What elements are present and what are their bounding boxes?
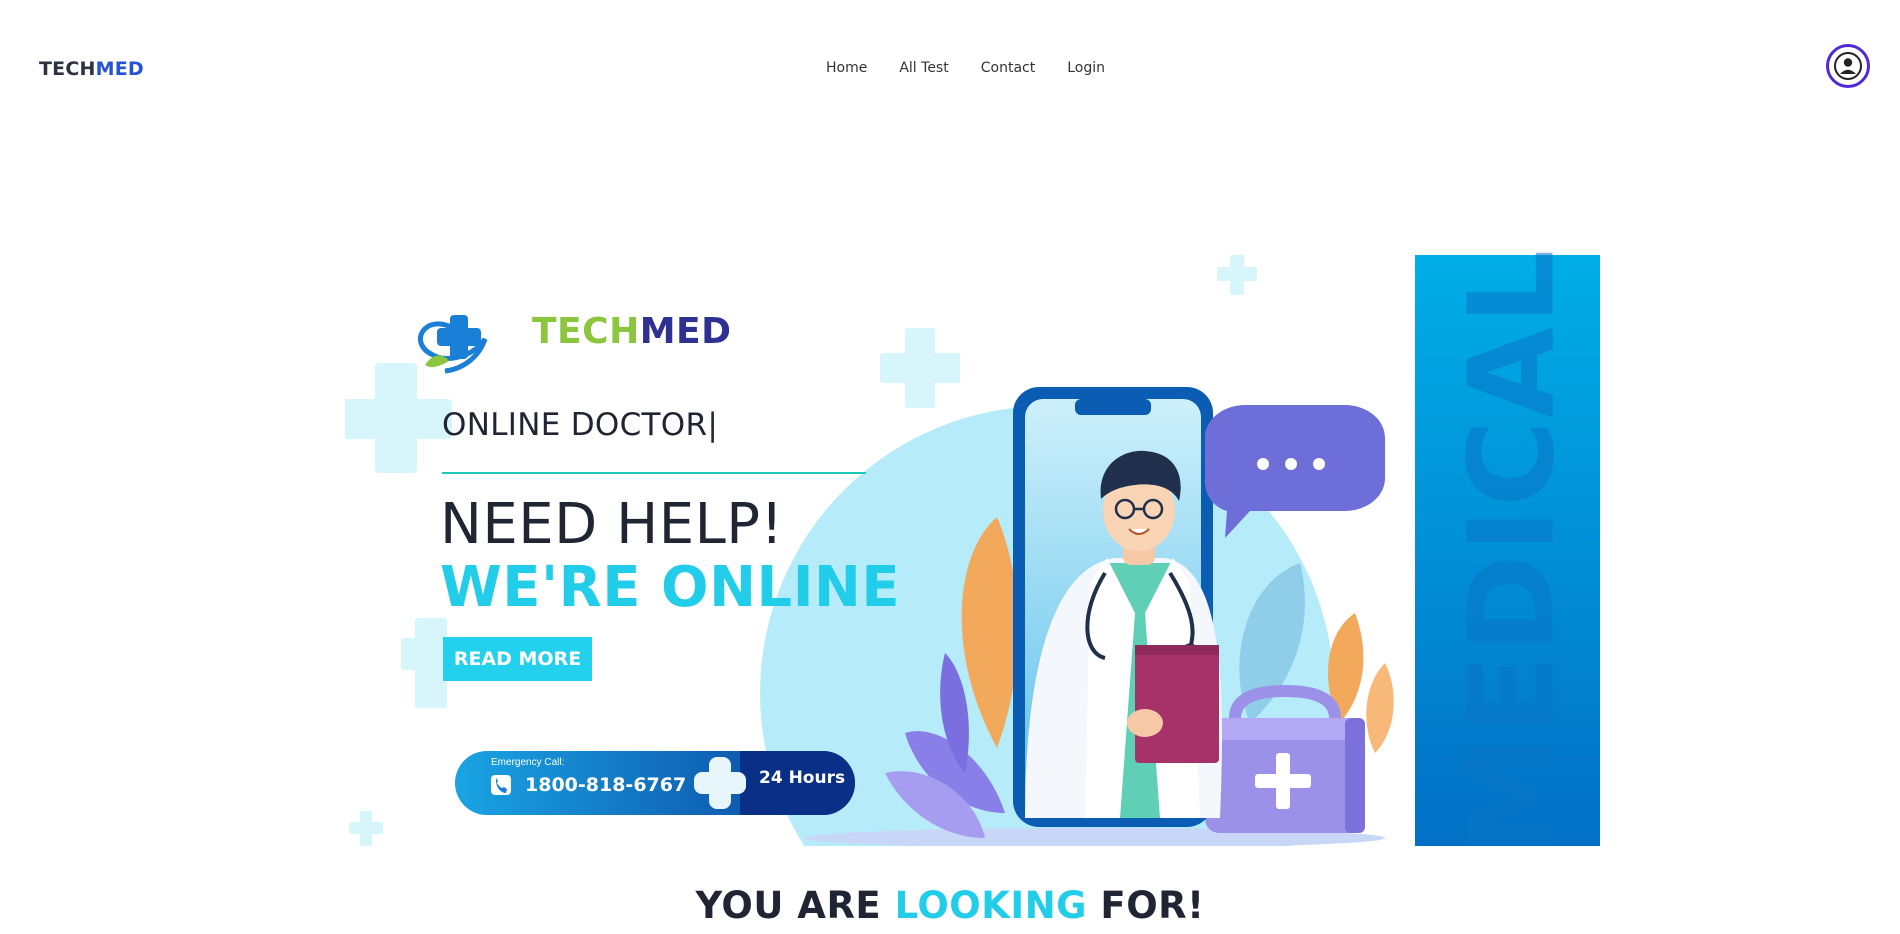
hero-headline-line-2: WE'RE ONLINE [440,555,901,620]
nav-link-contact[interactable]: Contact [981,60,1035,76]
navbar: TECHMED Home All Test Contact Login [0,0,1900,140]
brand-logo[interactable]: TECHMED [39,58,144,80]
chat-bubble-icon [1205,405,1385,538]
section-title: YOU ARE LOOKING FOR! [0,884,1900,927]
hero-divider [442,472,866,474]
logo-text-part-1: TECH [532,311,640,352]
brand-part-2: MED [95,58,144,80]
nav-menu: Home All Test Contact Login [826,60,1105,76]
hero-logo-text: TECHMED [532,311,732,352]
medical-vertical-text: MEDICAL [1418,248,1604,855]
user-circle-icon [1834,52,1862,80]
section-title-highlight: LOOKING [894,884,1088,927]
phone-icon [491,775,511,795]
nav-link-login[interactable]: Login [1067,60,1105,76]
nav-link-all-test[interactable]: All Test [899,60,948,76]
nav-link-home[interactable]: Home [826,60,867,76]
medical-vertical-label: MEDICAL [1442,247,1580,855]
hero-headline-line-1: NEED HELP! [440,492,784,557]
emergency-hours: 24 Hours [759,768,846,788]
techmed-logo-icon [418,315,488,374]
section-title-part-1: YOU ARE [695,884,895,927]
logo-text-part-2: MED [639,311,732,352]
emergency-call-label: Emergency Call: [491,757,565,768]
brand-part-1: TECH [39,58,96,80]
emergency-phone-number: 1800-818-6767 [525,774,687,796]
read-more-button[interactable]: READ MORE [443,637,592,681]
section-title-part-2: FOR! [1087,884,1205,927]
hero-subtitle: ONLINE DOCTOR| [442,407,719,443]
user-avatar-button[interactable] [1826,44,1870,88]
